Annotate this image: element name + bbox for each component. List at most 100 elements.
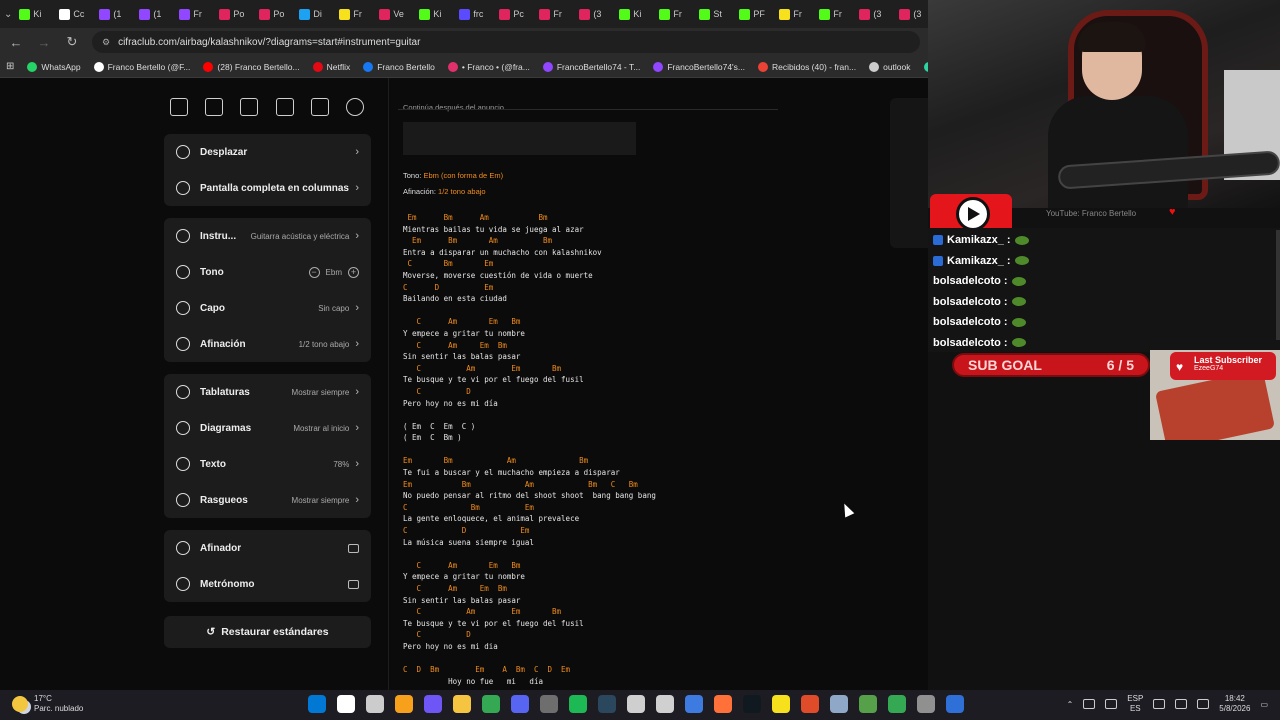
mic-icon[interactable] xyxy=(1105,699,1118,709)
bookmark-icon[interactable] xyxy=(240,98,259,116)
taskbar-app-icon[interactable] xyxy=(627,695,645,713)
row-metronomo[interactable]: Metrónomo xyxy=(164,566,371,602)
taskbar-app-icon[interactable] xyxy=(743,695,761,713)
browser-tab[interactable]: Po xyxy=(214,3,252,25)
row-rasgueos[interactable]: Rasgueos Mostrar siempre › xyxy=(164,482,371,518)
minus-icon[interactable]: − xyxy=(308,266,320,278)
taskbar-app-icon[interactable] xyxy=(395,695,413,713)
browser-tab[interactable]: Po xyxy=(254,3,292,25)
sidebar-toggle-icon[interactable] xyxy=(170,98,188,116)
row-diagramas[interactable]: Diagramas Mostrar al inicio › xyxy=(164,410,371,446)
taskbar-app-icon[interactable] xyxy=(917,695,935,713)
forward-icon[interactable]: → xyxy=(36,35,52,50)
plus-icon[interactable]: + xyxy=(348,266,359,278)
wifi-icon[interactable] xyxy=(1153,699,1166,709)
taskbar-app-icon[interactable] xyxy=(540,695,558,713)
taskbar-app-icon[interactable] xyxy=(424,695,442,713)
browser-tab[interactable]: Fr xyxy=(534,3,572,25)
tab-favicon-icon xyxy=(819,8,831,20)
lyric-line: ( Em C Bm ) xyxy=(403,433,462,443)
taskbar-app-icon[interactable] xyxy=(801,695,819,713)
browser-tab[interactable]: frc xyxy=(454,3,492,25)
row-afinador[interactable]: Afinador xyxy=(164,530,371,566)
row-texto[interactable]: Texto 78% › xyxy=(164,446,371,482)
taskbar-app-icon[interactable] xyxy=(656,695,674,713)
url-input[interactable]: ⚙ cifraclub.com/airbag/kalashnikov/?diag… xyxy=(92,31,920,53)
browser-tab[interactable]: Ki xyxy=(414,3,452,25)
browser-tab[interactable]: (3 xyxy=(854,3,892,25)
taskbar-app-icon[interactable] xyxy=(308,695,326,713)
browser-tab[interactable]: (3 xyxy=(894,3,928,25)
row-instrumento[interactable]: Instru... Guitarra acústica y eléctrica … xyxy=(164,218,371,254)
browser-tab[interactable]: St xyxy=(694,3,732,25)
row-pantalla-completa[interactable]: Pantalla completa en columnas › xyxy=(164,170,371,206)
toolbar-icons xyxy=(164,98,370,116)
taskbar-app-icon[interactable] xyxy=(482,695,500,713)
download-icon[interactable] xyxy=(275,98,294,116)
bookmark-item[interactable]: outlook xyxy=(869,61,911,72)
taskbar-app-icon[interactable] xyxy=(859,695,877,713)
bookmark-item[interactable]: • Franco • (@fra... xyxy=(447,61,530,72)
bookmark-item[interactable]: Netflix xyxy=(312,61,350,72)
taskbar-app-icon[interactable] xyxy=(772,695,790,713)
browser-tab[interactable]: PF xyxy=(734,3,772,25)
taskbar-app-icon[interactable] xyxy=(337,695,355,713)
print-icon[interactable] xyxy=(205,98,224,116)
taskbar-app-icon[interactable] xyxy=(366,695,384,713)
browser-tab[interactable]: Fr xyxy=(174,3,212,25)
taskbar-app-icon[interactable] xyxy=(569,695,587,713)
bookmark-item[interactable]: Franco Bertello xyxy=(363,61,435,72)
taskbar-app-icon[interactable] xyxy=(453,695,471,713)
browser-tab[interactable]: Fr xyxy=(814,3,852,25)
afinacion-link[interactable]: 1/2 tono abajo xyxy=(438,187,486,196)
taskbar-app-icon[interactable] xyxy=(511,695,529,713)
last-sub-name: EzeeG74 xyxy=(1194,365,1224,372)
restore-defaults-button[interactable]: ↺ Restaurar estándares xyxy=(164,616,371,648)
row-desplazar[interactable]: Desplazar › xyxy=(164,134,371,170)
browser-tab[interactable]: Ki xyxy=(14,3,52,25)
bookmark-item[interactable]: Franco Bertello (@F... xyxy=(93,61,190,72)
tab-search-icon[interactable]: ⌄ xyxy=(4,5,12,23)
bookmark-item[interactable]: WhatsApp xyxy=(27,61,81,72)
browser-tab[interactable]: (1 xyxy=(94,3,132,25)
edit-icon[interactable] xyxy=(310,98,329,116)
bookmark-item[interactable]: FrancoBertello74 - T... xyxy=(542,61,640,72)
bookmark-item[interactable]: Recibidos (40) - fran... xyxy=(758,61,856,72)
browser-tab[interactable]: Fr xyxy=(654,3,692,25)
tray-overflow-icon[interactable]: ⌃ xyxy=(1067,700,1074,709)
chat-scrollbar[interactable] xyxy=(1276,230,1280,340)
row-capo[interactable]: Capo Sin capo › xyxy=(164,290,371,326)
browser-tab[interactable]: Fr xyxy=(774,3,812,25)
taskbar-app-icon[interactable] xyxy=(598,695,616,713)
back-icon[interactable]: ← xyxy=(8,35,24,50)
taskbar-app-icon[interactable] xyxy=(714,695,732,713)
volume-icon[interactable] xyxy=(1175,699,1188,709)
bookmark-item[interactable]: (28) Franco Bertello... xyxy=(203,61,300,72)
share-icon[interactable] xyxy=(345,98,364,116)
taskbar-app-icon[interactable] xyxy=(830,695,848,713)
battery-icon[interactable] xyxy=(1197,699,1210,709)
apps-grid-icon[interactable]: ⊞ xyxy=(6,61,14,72)
browser-tab[interactable]: (1 xyxy=(134,3,172,25)
language-indicator[interactable]: ESP ES xyxy=(1127,694,1143,714)
notifications-icon[interactable]: ▭ xyxy=(1260,700,1268,709)
taskbar-app-icon[interactable] xyxy=(888,695,906,713)
site-info-icon[interactable]: ⚙ xyxy=(102,37,110,48)
clock[interactable]: 18:42 5/8/2026 xyxy=(1219,694,1250,714)
row-afinacion[interactable]: Afinación 1/2 tono abajo › xyxy=(164,326,371,362)
browser-tab[interactable]: Di xyxy=(294,3,332,25)
row-tablaturas[interactable]: Tablaturas Mostrar siempre › xyxy=(164,374,371,410)
browser-tab[interactable]: Cc xyxy=(54,3,92,25)
browser-tab[interactable]: Fr xyxy=(334,3,372,25)
reload-icon[interactable]: ↻ xyxy=(64,34,80,50)
bookmark-item[interactable]: FrancoBertello74's... xyxy=(653,61,745,72)
browser-tab[interactable]: (3 xyxy=(574,3,612,25)
network-icon[interactable] xyxy=(1083,699,1096,709)
browser-tab[interactable]: Ki xyxy=(614,3,652,25)
browser-tab[interactable]: Pc xyxy=(494,3,532,25)
browser-tab[interactable]: Ve xyxy=(374,3,412,25)
taskbar-app-icon[interactable] xyxy=(946,695,964,713)
taskbar-app-icon[interactable] xyxy=(685,695,703,713)
tono-link[interactable]: Ebm (con forma de Em) xyxy=(423,171,503,180)
weather-widget[interactable]: 17°C Parc. nublado xyxy=(12,694,83,714)
